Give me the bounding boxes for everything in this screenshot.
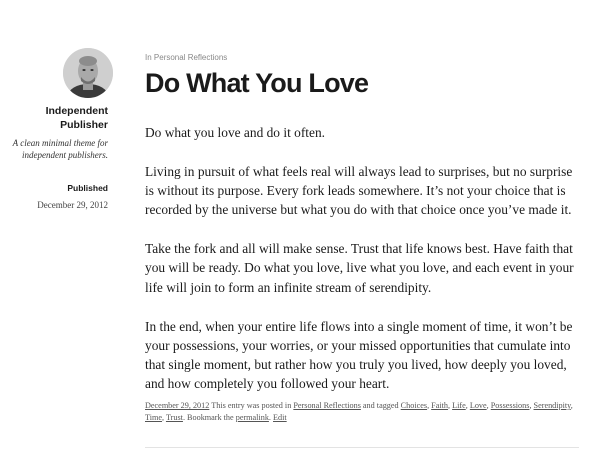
tag-link[interactable]: Trust <box>166 413 183 422</box>
edit-link[interactable]: Edit <box>273 413 287 422</box>
avatar[interactable] <box>63 48 113 98</box>
entry-meta: December 29, 2012 This entry was posted … <box>145 401 573 422</box>
post-paragraph: Take the fork and all will make sense. T… <box>145 241 574 295</box>
published-label: Published <box>67 183 108 193</box>
post-paragraph: Living in pursuit of what feels real wil… <box>145 163 573 218</box>
post-paragraph: Do what you love and do it often. <box>145 125 325 140</box>
category-prefix: In <box>145 53 152 62</box>
tag-link[interactable]: Love <box>470 401 487 410</box>
meta-text-bookmark: Bookmark the <box>187 412 234 422</box>
meta-text-tagged: and tagged <box>362 401 399 410</box>
site-description: A clean minimal theme for independent pu… <box>12 138 108 160</box>
published-date: December 29, 2012 <box>37 200 108 210</box>
divider <box>145 447 579 448</box>
tag-link[interactable]: Faith <box>431 401 448 410</box>
site-title[interactable]: Independent Publisher <box>0 104 108 132</box>
post-content: Do what you love and do it often. Living… <box>145 123 577 413</box>
permalink-link[interactable]: permalink <box>236 413 269 422</box>
meta-text-posted-in: This entry was posted in <box>211 401 292 410</box>
tag-link[interactable]: Possessions <box>491 401 530 410</box>
category-link[interactable]: Personal Reflections <box>154 53 227 62</box>
category-line: In Personal Reflections <box>145 53 227 62</box>
avatar-portrait-icon <box>63 48 113 98</box>
post-title: Do What You Love <box>145 68 369 98</box>
entry-date-link[interactable]: December 29, 2012 <box>145 401 209 410</box>
entry-category-link[interactable]: Personal Reflections <box>293 401 361 410</box>
post-paragraph: In the end, when your entire life flows … <box>145 318 573 392</box>
tag-link[interactable]: Choices <box>401 401 427 410</box>
tag-link[interactable]: Life <box>452 401 466 410</box>
tag-link[interactable]: Serendipity <box>534 401 571 410</box>
tag-link[interactable]: Time <box>145 413 162 422</box>
